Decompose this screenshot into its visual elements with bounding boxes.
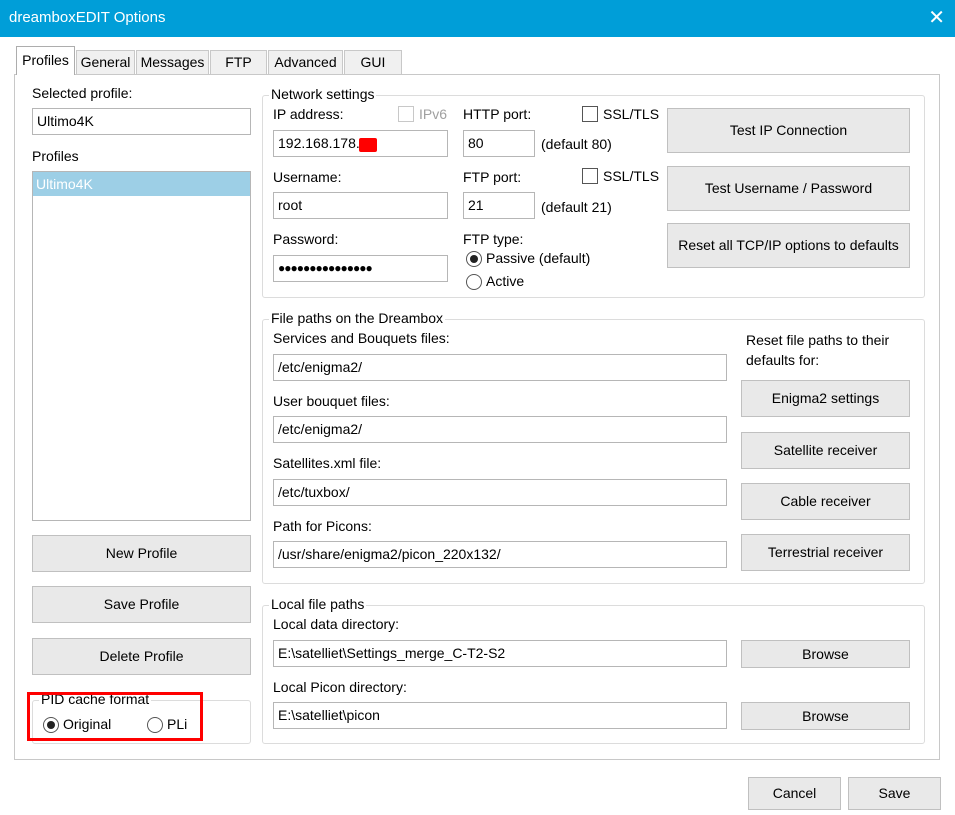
ipv6-label: IPv6 xyxy=(419,106,448,122)
ftp-ssl-checkbox[interactable] xyxy=(582,168,598,184)
local-data-dir-label: Local data directory: xyxy=(273,616,400,632)
browse-data-dir-button[interactable]: Browse xyxy=(741,640,910,668)
satellites-xml-label: Satellites.xml file: xyxy=(273,455,382,471)
tab-ftp[interactable]: FTP xyxy=(210,50,267,74)
http-ssl-label: SSL/TLS xyxy=(603,106,660,122)
tab-general[interactable]: General xyxy=(76,50,135,74)
picons-path-field[interactable]: /usr/share/enigma2/picon_220x132/ xyxy=(273,541,727,568)
ftp-port-default: (default 21) xyxy=(541,199,612,215)
new-profile-button[interactable]: New Profile xyxy=(32,535,251,572)
satellite-receiver-button[interactable]: Satellite receiver xyxy=(741,432,910,469)
test-ip-connection-button[interactable]: Test IP Connection xyxy=(667,108,910,153)
password-field[interactable]: ●●●●●●●●●●●●●●● xyxy=(273,255,448,282)
profiles-list-label: Profiles xyxy=(32,148,79,164)
ipv6-checkbox[interactable] xyxy=(398,106,414,122)
tab-profiles[interactable]: Profiles xyxy=(16,46,75,75)
test-username-password-button[interactable]: Test Username / Password xyxy=(667,166,910,211)
terrestrial-receiver-button[interactable]: Terrestrial receiver xyxy=(741,534,910,571)
services-bouquets-label: Services and Bouquets files: xyxy=(273,330,450,346)
ftp-type-label: FTP type: xyxy=(463,231,524,247)
http-port-default: (default 80) xyxy=(541,136,612,152)
ftp-active-radio[interactable] xyxy=(466,274,482,290)
local-picon-dir-label: Local Picon directory: xyxy=(273,679,407,695)
http-port-field[interactable]: 80 xyxy=(463,130,535,157)
reset-file-paths-label: Reset file paths to their defaults for: xyxy=(746,332,890,368)
enigma2-settings-button[interactable]: Enigma2 settings xyxy=(741,380,910,417)
save-profile-button[interactable]: Save Profile xyxy=(32,586,251,623)
ftp-passive-label: Passive (default) xyxy=(486,250,591,266)
ftp-active-label: Active xyxy=(486,273,525,289)
local-data-dir-field[interactable]: E:\satelliet\Settings_merge_C-T2-S2 xyxy=(273,640,727,667)
satellites-xml-field[interactable]: /etc/tuxbox/ xyxy=(273,479,727,506)
ftp-ssl-label: SSL/TLS xyxy=(603,168,660,184)
delete-profile-button[interactable]: Delete Profile xyxy=(32,638,251,675)
reset-tcpip-button[interactable]: Reset all TCP/IP options to defaults xyxy=(667,223,910,268)
list-item[interactable]: Ultimo4K xyxy=(33,172,250,196)
cable-receiver-button[interactable]: Cable receiver xyxy=(741,483,910,520)
ip-address-label: IP address: xyxy=(273,106,344,122)
username-label: Username: xyxy=(273,169,342,185)
picons-path-label: Path for Picons: xyxy=(273,518,372,534)
http-ssl-checkbox[interactable] xyxy=(582,106,598,122)
window-title: dreamboxEDIT Options xyxy=(9,9,166,26)
tab-messages[interactable]: Messages xyxy=(136,50,209,74)
user-bouquet-field[interactable]: /etc/enigma2/ xyxy=(273,416,727,443)
http-port-label: HTTP port: xyxy=(463,106,532,122)
title-bar: dreamboxEDIT Options ✕ xyxy=(0,0,955,37)
save-button[interactable]: Save xyxy=(848,777,941,810)
tab-gui[interactable]: GUI xyxy=(344,50,402,74)
tab-advanced[interactable]: Advanced xyxy=(268,50,343,74)
password-label: Password: xyxy=(273,231,339,247)
ftp-port-label: FTP port: xyxy=(463,169,522,185)
cancel-button[interactable]: Cancel xyxy=(748,777,841,810)
network-settings-title: Network settings xyxy=(269,86,377,102)
services-bouquets-field[interactable]: /etc/enigma2/ xyxy=(273,354,727,381)
local-paths-title: Local file paths xyxy=(269,596,367,612)
file-paths-title: File paths on the Dreambox xyxy=(269,310,445,326)
browse-picon-dir-button[interactable]: Browse xyxy=(741,702,910,730)
close-icon[interactable]: ✕ xyxy=(928,5,945,30)
ftp-port-field[interactable]: 21 xyxy=(463,192,535,219)
redaction-mark xyxy=(359,138,377,152)
selected-profile-label: Selected profile: xyxy=(32,85,133,101)
username-field[interactable]: root xyxy=(273,192,448,219)
profiles-list[interactable]: Ultimo4K xyxy=(32,171,251,521)
selected-profile-field[interactable]: Ultimo4K xyxy=(32,108,251,135)
red-highlight-box xyxy=(27,692,203,741)
user-bouquet-label: User bouquet files: xyxy=(273,393,390,409)
ftp-passive-radio[interactable] xyxy=(466,251,482,267)
local-picon-dir-field[interactable]: E:\satelliet\picon xyxy=(273,702,727,729)
